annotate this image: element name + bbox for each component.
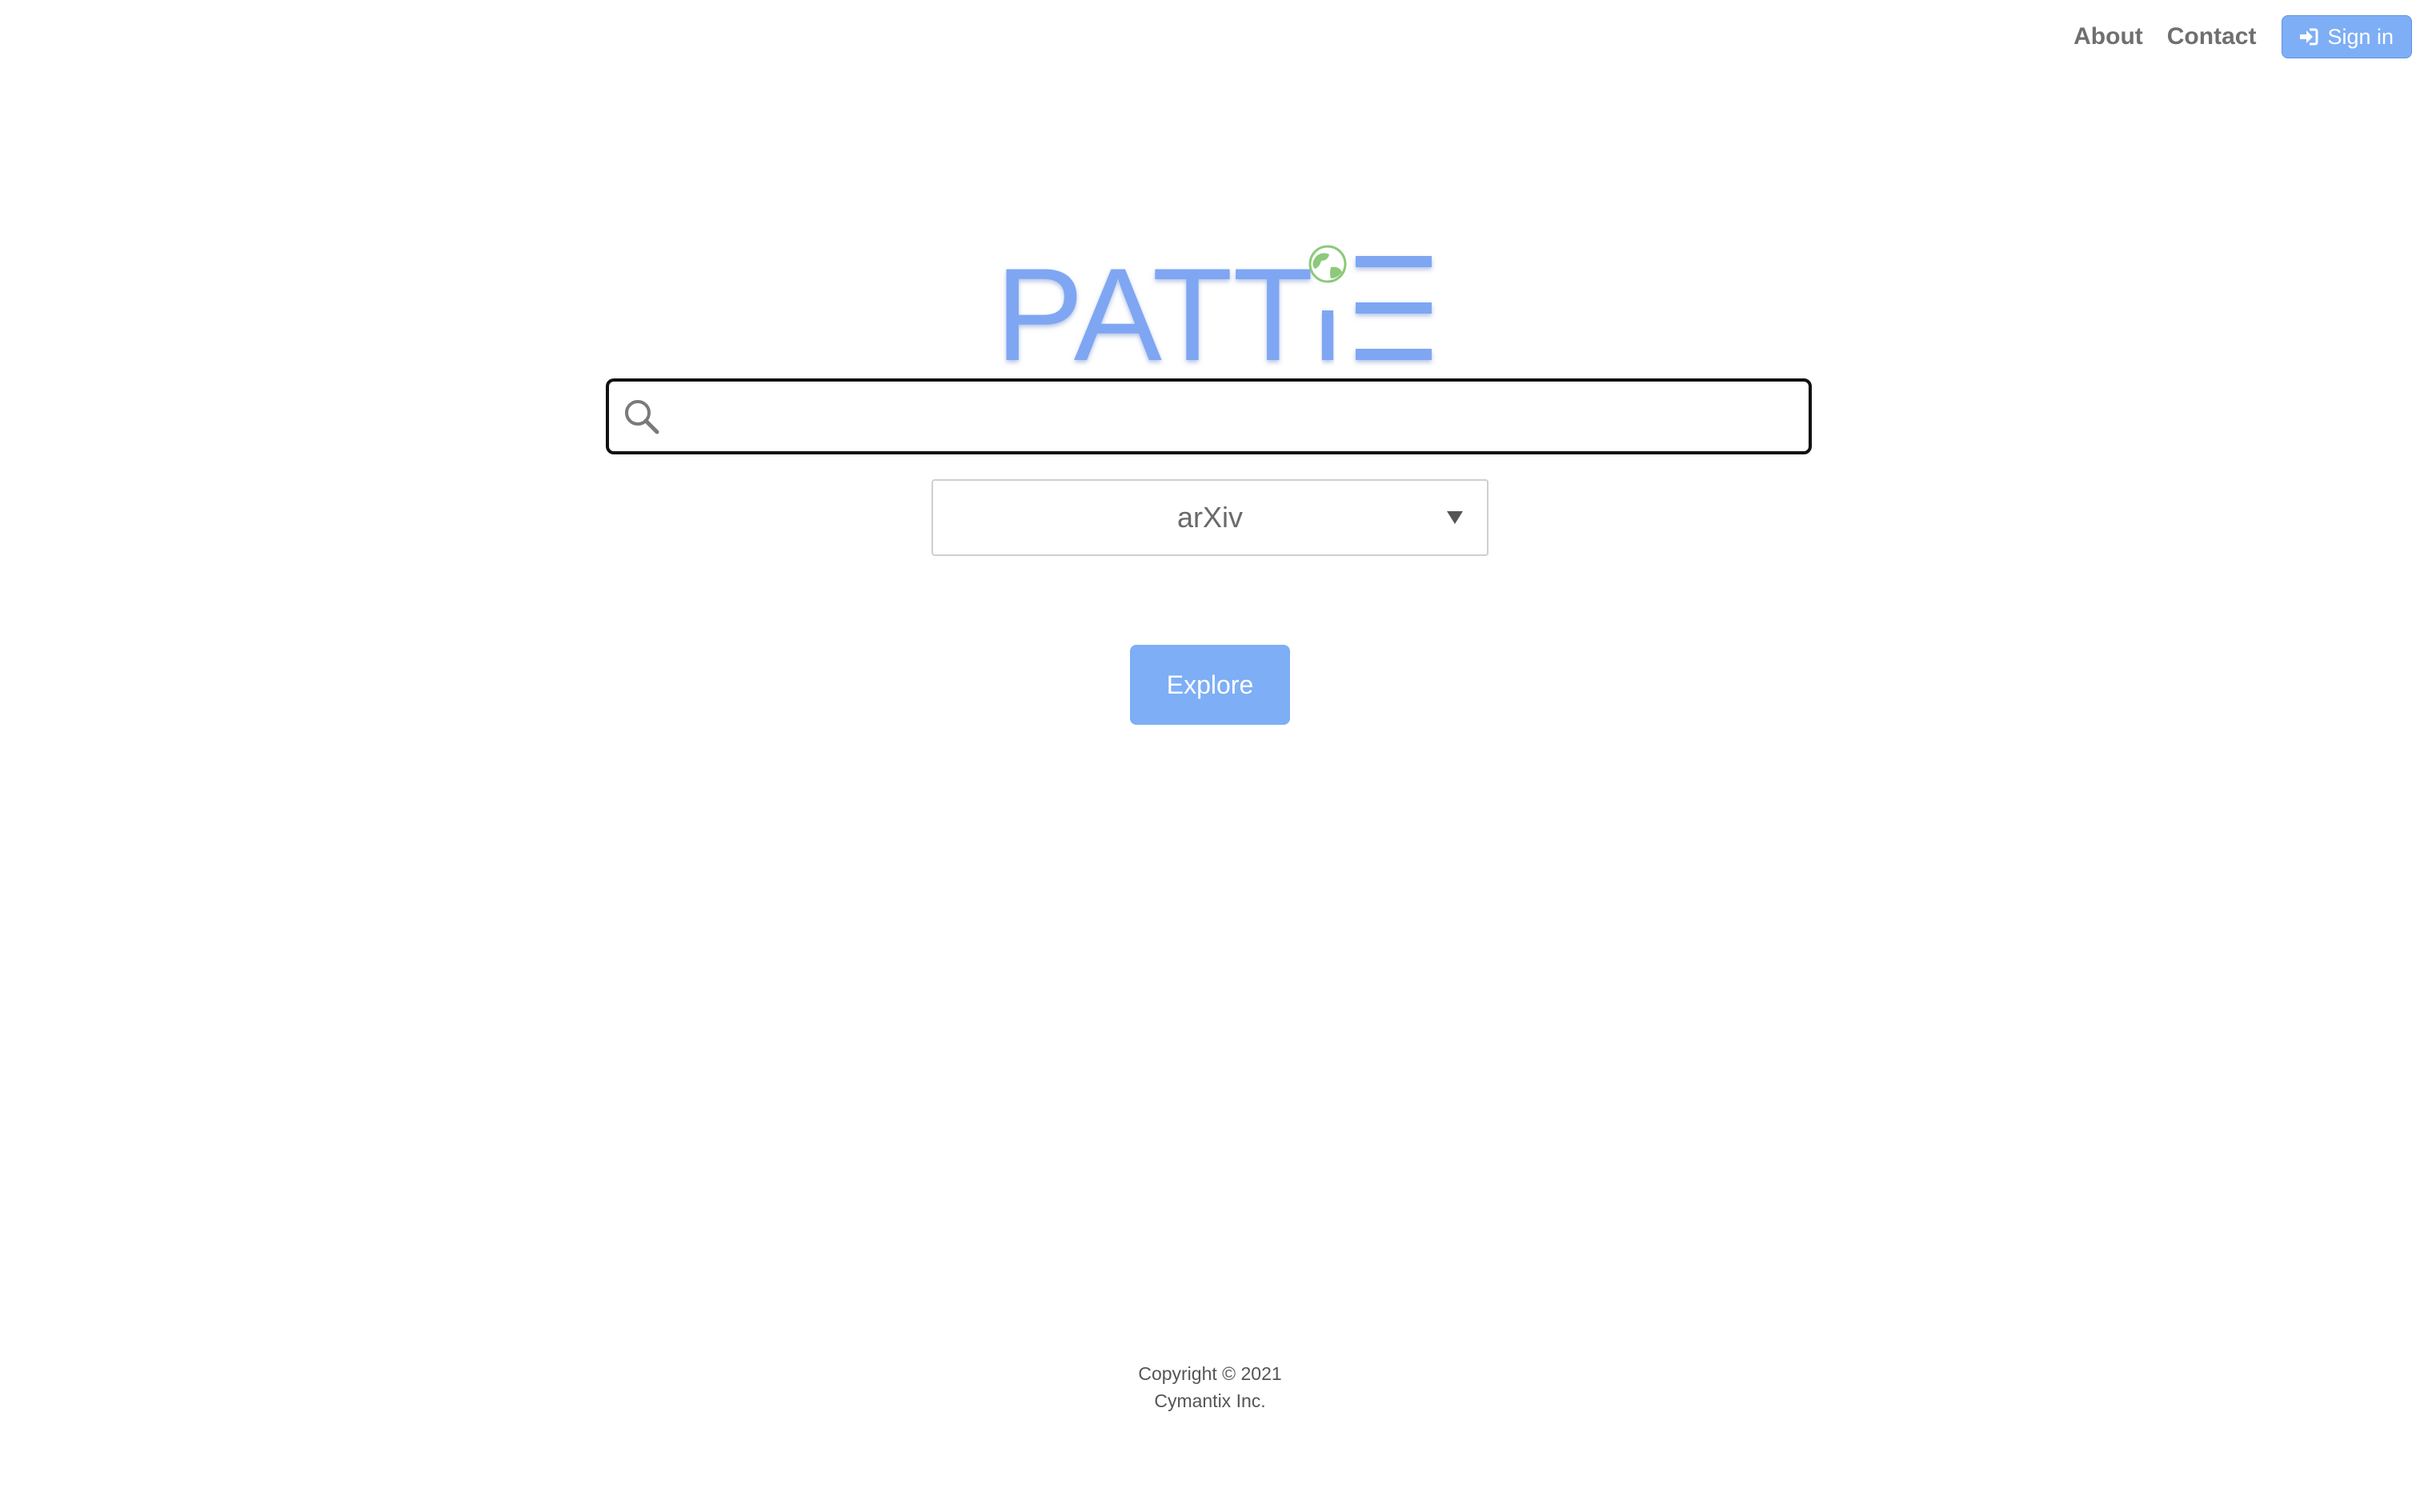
- search-icon: [622, 397, 662, 437]
- explore-button[interactable]: Explore: [1130, 645, 1290, 725]
- globe-icon: [1308, 245, 1347, 283]
- source-select-value: arXiv: [1176, 501, 1244, 534]
- source-select[interactable]: arXiv: [932, 479, 1488, 556]
- footer-copyright: Copyright © 2021: [1138, 1363, 1282, 1384]
- nav-contact-link[interactable]: Contact: [2167, 23, 2257, 50]
- page: About Contact Sign in PATT i: [0, 0, 2420, 1512]
- nav-about-link[interactable]: About: [2073, 23, 2143, 50]
- search-box[interactable]: [606, 378, 1812, 454]
- sign-in-label: Sign in: [2327, 24, 2394, 49]
- top-nav: About Contact Sign in: [2073, 15, 2412, 58]
- pattie-logo: PATT i E: [980, 232, 1460, 388]
- search-input[interactable]: [662, 382, 1809, 451]
- logo-text-main: PATT: [996, 241, 1313, 376]
- sign-in-icon: [2298, 26, 2319, 47]
- footer-company: Cymantix Inc.: [1154, 1390, 1266, 1411]
- chevron-down-icon: [1447, 511, 1463, 524]
- sign-in-button[interactable]: Sign in: [2282, 15, 2412, 58]
- logo-i-stem: [1322, 310, 1333, 360]
- footer: Copyright © 2021 Cymantix Inc.: [0, 1360, 2420, 1414]
